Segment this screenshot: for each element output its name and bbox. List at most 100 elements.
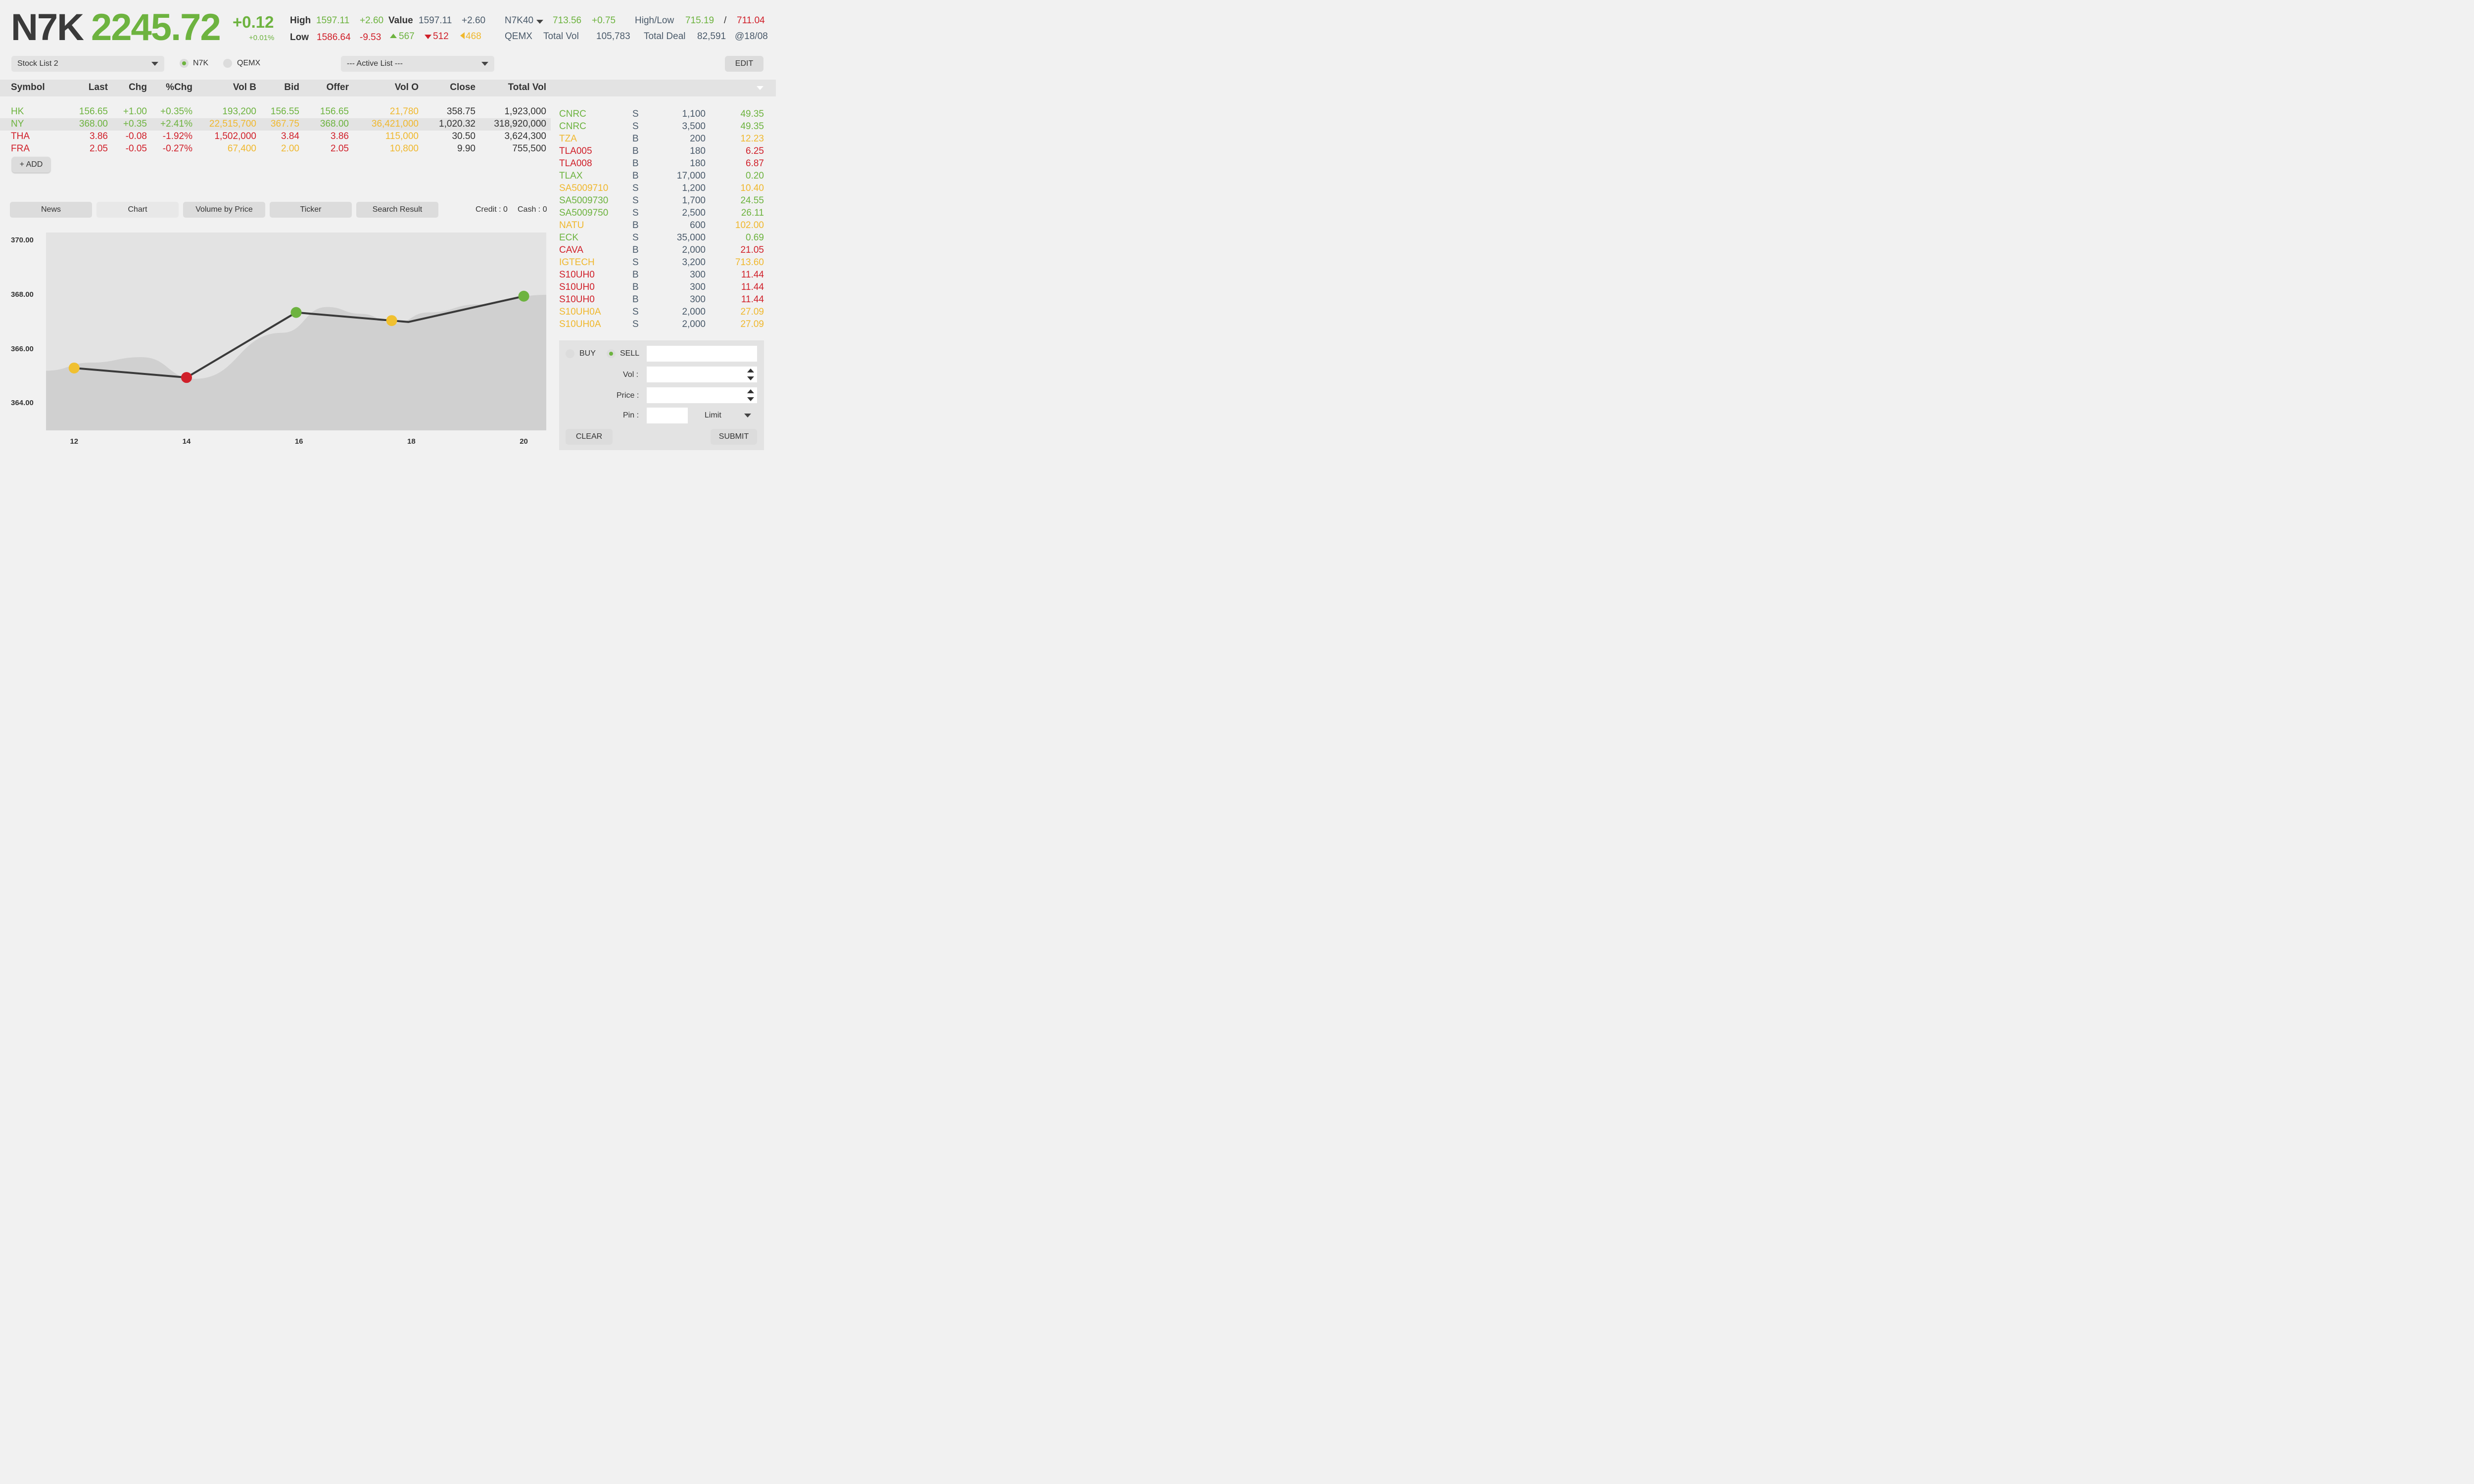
- chevron-down-icon: [481, 62, 488, 66]
- submit-button[interactable]: SUBMIT: [711, 429, 757, 445]
- stepper-icon[interactable]: [747, 389, 754, 401]
- trade-row[interactable]: TLA005 B 180 6.25: [559, 146, 764, 158]
- secondary-index-select[interactable]: N7K40: [505, 15, 533, 26]
- low-change: -9.53: [360, 32, 381, 43]
- radio-n7k[interactable]: [180, 59, 189, 68]
- down-count: 512: [433, 31, 449, 42]
- col-bid[interactable]: Bid: [284, 82, 299, 93]
- tab-ticker[interactable]: Ticker: [270, 202, 352, 218]
- trade-row[interactable]: S10UH0A S 2,000 27.09: [559, 307, 764, 319]
- trade-row[interactable]: S10UH0 B 300 11.44: [559, 282, 764, 294]
- trade-side: S: [632, 183, 639, 193]
- chart-point-marker[interactable]: [386, 315, 397, 326]
- edit-button[interactable]: EDIT: [725, 56, 763, 72]
- chevron-down-icon[interactable]: [536, 20, 543, 24]
- trade-row[interactable]: CAVA B 2,000 21.05: [559, 245, 764, 257]
- high-change: +2.60: [360, 15, 384, 26]
- active-list-select[interactable]: --- Active List ---: [341, 56, 494, 72]
- stepper-icon[interactable]: [747, 369, 754, 380]
- trade-row[interactable]: ECK S 35,000 0.69: [559, 232, 764, 245]
- trade-vol: 180: [690, 158, 706, 169]
- trade-side: B: [632, 245, 639, 255]
- col-pchg[interactable]: %Chg: [166, 82, 192, 93]
- stock-list-select[interactable]: Stock List 2: [11, 56, 164, 72]
- table-row[interactable]: THA 3.86 -0.08 -1.92% 1,502,000 3.84 3.86 115,0…: [0, 131, 551, 143]
- trade-side: S: [632, 208, 639, 218]
- active-list-value: --- Active List ---: [347, 59, 403, 68]
- trade-row[interactable]: NATU B 600 102.00: [559, 220, 764, 232]
- unchanged-arrow-icon: [460, 32, 465, 39]
- col-last[interactable]: Last: [89, 82, 108, 93]
- trade-row[interactable]: S10UH0 B 300 11.44: [559, 270, 764, 282]
- chart-point-marker[interactable]: [290, 307, 302, 318]
- trade-price: 11.44: [741, 294, 764, 305]
- trade-row[interactable]: TLAX B 17,000 0.20: [559, 171, 764, 183]
- trade-row[interactable]: S10UH0 B 300 11.44: [559, 294, 764, 307]
- trade-row[interactable]: TZA B 200 12.23: [559, 134, 764, 146]
- tab-volume-by-price[interactable]: Volume by Price: [183, 202, 265, 218]
- vol-input[interactable]: [647, 367, 757, 382]
- trade-side: S: [632, 232, 639, 243]
- symbol-input[interactable]: [647, 346, 757, 362]
- trade-price: 12.23: [740, 134, 764, 144]
- col-totalvol[interactable]: Total Vol: [508, 82, 546, 93]
- trade-symbol: CNRC: [559, 121, 586, 132]
- cell-totalvol: 318,920,000: [494, 119, 546, 129]
- chart-point-marker[interactable]: [518, 290, 529, 302]
- cell-offer: 368.00: [320, 119, 349, 129]
- col-chg[interactable]: Chg: [129, 82, 147, 93]
- radio-sell[interactable]: [607, 349, 616, 358]
- col-offer[interactable]: Offer: [327, 82, 349, 93]
- radio-qemx[interactable]: [223, 59, 232, 68]
- chart-point-marker[interactable]: [68, 362, 80, 373]
- trade-price: 24.55: [740, 195, 764, 206]
- trade-vol: 2,000: [682, 319, 706, 329]
- trade-vol: 180: [690, 146, 706, 156]
- radio-buy[interactable]: [566, 349, 574, 358]
- table-row[interactable]: HK 156.65 +1.00 +0.35% 193,200 156.55 156.65 21…: [0, 106, 551, 118]
- col-volb[interactable]: Vol B: [233, 82, 256, 93]
- cell-offer: 2.05: [331, 143, 349, 154]
- clear-button[interactable]: CLEAR: [566, 429, 613, 445]
- tab-search-result[interactable]: Search Result: [356, 202, 438, 218]
- cell-volb: 67,400: [227, 143, 256, 154]
- high-value: 1597.11: [316, 15, 350, 26]
- col-close[interactable]: Close: [450, 82, 476, 93]
- radio-n7k-label: N7K: [193, 59, 209, 67]
- trade-row[interactable]: SA5009730 S 1,700 24.55: [559, 195, 764, 208]
- trade-row[interactable]: SA5009710 S 1,200 10.40: [559, 183, 764, 195]
- trade-side: S: [632, 195, 639, 206]
- pin-input[interactable]: [647, 408, 688, 423]
- trade-vol: 1,100: [682, 109, 706, 119]
- value-value: 1597.11: [419, 15, 452, 26]
- add-button[interactable]: + ADD: [12, 157, 50, 173]
- trade-symbol: S10UH0A: [559, 307, 601, 317]
- trade-row[interactable]: CNRC S 3,500 49.35: [559, 121, 764, 134]
- trade-vol: 600: [690, 220, 706, 231]
- high-low-separator: /: [724, 15, 727, 26]
- order-type-value: Limit: [705, 411, 721, 419]
- tab-chart[interactable]: Chart: [96, 202, 179, 218]
- y-tick-label: 364.00: [11, 399, 34, 408]
- trade-row[interactable]: CNRC S 1,100 49.35: [559, 109, 764, 121]
- table-row[interactable]: NY 368.00 +0.35 +2.41% 22,515,700 367.75 368.0…: [0, 118, 551, 131]
- tab-news[interactable]: News: [10, 202, 92, 218]
- trade-row[interactable]: SA5009750 S 2,500 26.11: [559, 208, 764, 220]
- price-chart[interactable]: [0, 228, 552, 435]
- chart-point-marker[interactable]: [181, 372, 192, 383]
- trade-row[interactable]: S10UH0A S 2,000 27.09: [559, 319, 764, 331]
- trade-side: S: [632, 319, 639, 329]
- table-row[interactable]: FRA 2.05 -0.05 -0.27% 67,400 2.00 2.05 10,800 9.…: [0, 143, 551, 155]
- trade-row[interactable]: IGTECH S 3,200 713.60: [559, 257, 764, 270]
- price-input[interactable]: [647, 387, 757, 403]
- trade-price: 27.09: [740, 307, 764, 317]
- trade-row[interactable]: TLA008 B 180 6.87: [559, 158, 764, 171]
- up-count: 567: [399, 31, 415, 42]
- cash-text: Cash : 0: [518, 205, 547, 214]
- chevron-down-icon[interactable]: [757, 86, 763, 90]
- col-symbol[interactable]: Symbol: [11, 82, 45, 93]
- order-type-select[interactable]: Limit: [699, 408, 757, 423]
- cell-bid: 2.00: [281, 143, 299, 154]
- y-tick-label: 370.00: [11, 236, 34, 245]
- col-volo[interactable]: Vol O: [395, 82, 419, 93]
